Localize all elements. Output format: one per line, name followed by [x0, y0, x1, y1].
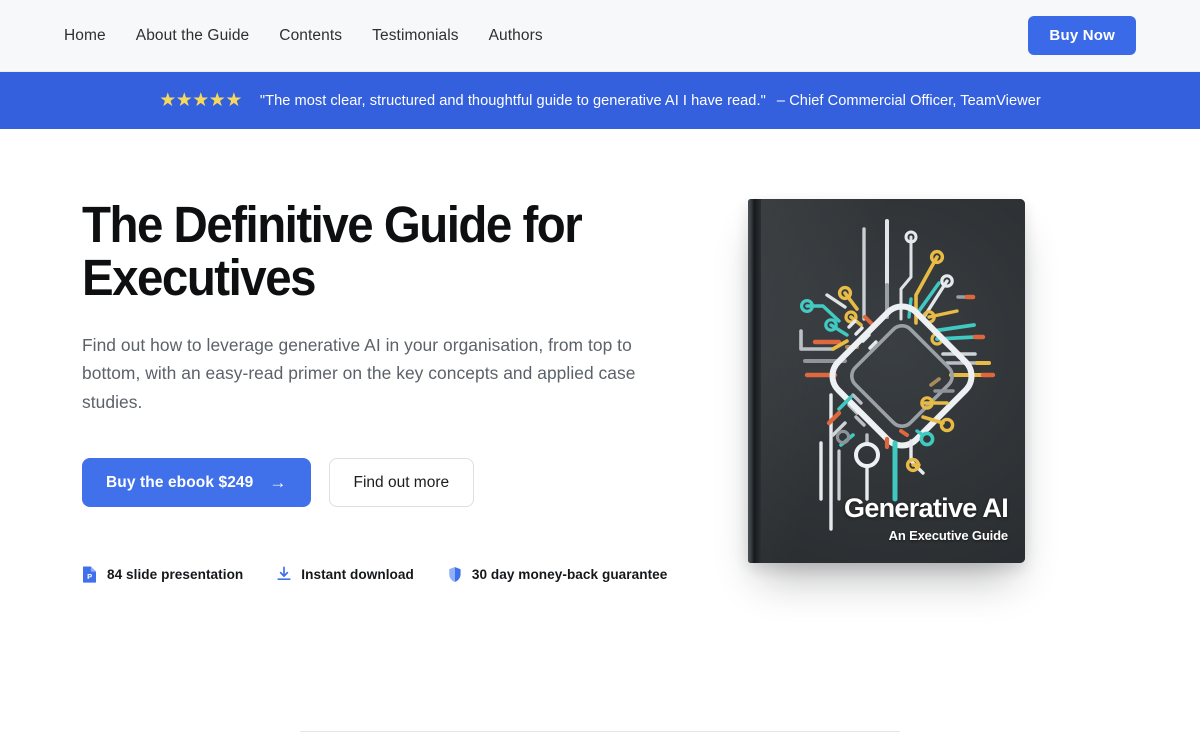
- nav-item-authors[interactable]: Authors: [489, 27, 543, 45]
- feature-label-money-back-guarantee: 30 day money-back guarantee: [471, 567, 668, 583]
- hero-section: The Definitive Guide for Executives Find…: [0, 129, 1200, 583]
- buy-ebook-button[interactable]: Buy the ebook $249 →: [82, 458, 311, 508]
- section-divider: [300, 731, 900, 732]
- svg-text:P: P: [87, 572, 92, 581]
- hero-book-image: Generative AI An Executive Guide: [748, 199, 1025, 583]
- nav-item-home[interactable]: Home: [64, 27, 106, 45]
- shield-icon: [449, 567, 461, 583]
- buy-now-button[interactable]: Buy Now: [1028, 16, 1136, 55]
- feature-label-instant-download: Instant download: [301, 567, 414, 583]
- star-rating-icon: ★★★★★: [159, 90, 242, 111]
- page-title: The Definitive Guide for Executives: [82, 196, 583, 306]
- arrow-right-icon: →: [269, 473, 287, 493]
- main-navigation: Home About the Guide Contents Testimonia…: [64, 27, 543, 45]
- download-icon: [277, 566, 291, 581]
- book-subtitle: An Executive Guide: [888, 528, 1009, 543]
- feature-instant-download: Instant download: [276, 566, 414, 583]
- book-spine: [748, 199, 761, 563]
- buy-ebook-label: Buy the ebook $249: [106, 473, 254, 491]
- banner-testimonial-text: "The most clear, structured and thoughtf…: [260, 93, 1041, 109]
- feature-label-slide-presentation: 84 slide presentation: [107, 567, 244, 583]
- book-title: Generative AI: [844, 493, 1009, 523]
- nav-item-about-the-guide[interactable]: About the Guide: [136, 27, 250, 45]
- presentation-file-icon: P: [83, 566, 96, 583]
- feature-money-back-guarantee: 30 day money-back guarantee: [447, 566, 668, 583]
- hero-cta-row: Buy the ebook $249 → Find out more: [82, 458, 702, 508]
- book-cover: Generative AI An Executive Guide: [748, 199, 1025, 563]
- feature-slide-presentation: P 84 slide presentation: [82, 566, 243, 583]
- banner-attribution: – Chief Commercial Officer, TeamViewer: [776, 92, 1041, 109]
- find-out-more-button[interactable]: Find out more: [328, 458, 475, 508]
- book-title-block: Generative AI An Executive Guide: [844, 493, 1009, 544]
- hero-subheadline: Find out how to leverage generative AI i…: [82, 335, 636, 412]
- nav-item-contents[interactable]: Contents: [279, 27, 342, 45]
- banner-quote: "The most clear, structured and thoughtf…: [259, 92, 766, 109]
- testimonial-banner: ★★★★★ "The most clear, structured and th…: [0, 72, 1200, 129]
- site-header: Home About the Guide Contents Testimonia…: [0, 0, 1200, 72]
- feature-list: P 84 slide presentation Instant download…: [82, 566, 702, 583]
- nav-item-testimonials[interactable]: Testimonials: [372, 27, 458, 45]
- hero-copy: The Definitive Guide for Executives Find…: [82, 196, 702, 583]
